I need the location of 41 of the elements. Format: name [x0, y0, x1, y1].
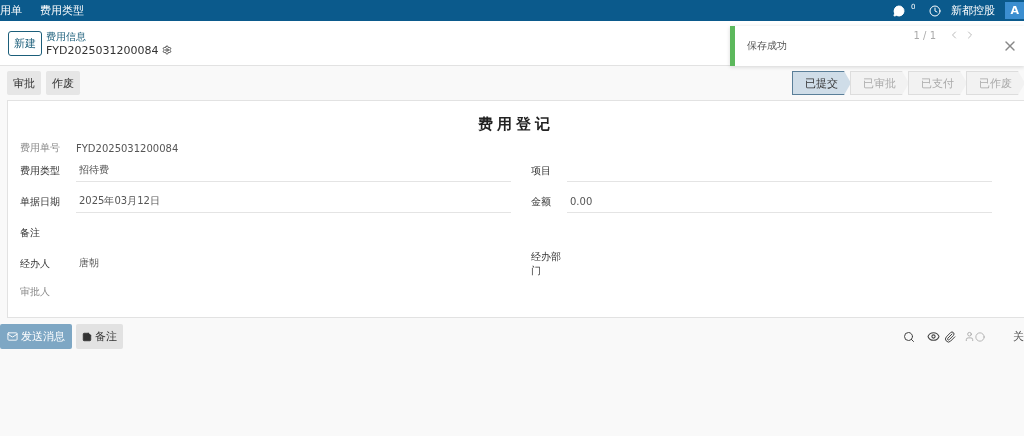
- field-label: 经办人: [20, 256, 51, 271]
- pager-counter: 1 / 1: [913, 29, 936, 41]
- field-label: 经办部门: [531, 249, 562, 278]
- menu-item[interactable]: 用单: [0, 3, 22, 18]
- field-value: 招待费: [79, 163, 109, 177]
- field-label: 费用单号: [20, 141, 61, 155]
- user-avatar[interactable]: A: [1005, 2, 1024, 19]
- field-label: 项目: [531, 163, 552, 178]
- note-icon: [82, 331, 92, 342]
- input-field[interactable]: 0.00: [567, 190, 992, 213]
- field-label: 金额: [531, 194, 552, 209]
- search-icon[interactable]: [903, 330, 915, 343]
- circle-icon: [975, 331, 985, 342]
- action-button[interactable]: 审批: [7, 71, 41, 95]
- field-value: FYD2025031200084: [76, 142, 179, 154]
- chat-icon[interactable]: [893, 4, 905, 17]
- toast-message: 保存成功: [747, 39, 787, 53]
- settings-icon[interactable]: [161, 45, 172, 55]
- breadcrumb-link[interactable]: 费用信息: [46, 29, 172, 44]
- status-stage[interactable]: 已提交: [792, 71, 851, 95]
- envelope-icon: [7, 331, 18, 342]
- company-name[interactable]: 新都控股: [951, 3, 996, 18]
- field-label: 审批人: [20, 285, 51, 299]
- paperclip-icon[interactable]: [944, 330, 956, 343]
- field-label: 单据日期: [20, 194, 61, 209]
- new-button[interactable]: 新建: [8, 30, 42, 56]
- input-field[interactable]: 2025年03月12日: [76, 190, 511, 213]
- note-button[interactable]: 备注: [76, 324, 123, 349]
- input-field[interactable]: 招待费: [76, 159, 511, 182]
- menu-item[interactable]: 费用类型: [40, 3, 84, 18]
- follow-link[interactable]: 关: [1013, 329, 1024, 344]
- record-name: FYD2025031200084: [46, 43, 159, 57]
- field-label: 备注: [20, 225, 41, 240]
- field-label: 费用类型: [20, 163, 61, 178]
- eye-icon[interactable]: [927, 330, 940, 343]
- action-button[interactable]: 作废: [46, 71, 80, 95]
- field-value: 唐朝: [79, 256, 99, 270]
- field-value: 0.00: [570, 195, 593, 207]
- field-value: 2025年03月12日: [79, 194, 160, 208]
- form-title: 费用登记: [477, 115, 555, 134]
- clock-icon[interactable]: [929, 4, 942, 17]
